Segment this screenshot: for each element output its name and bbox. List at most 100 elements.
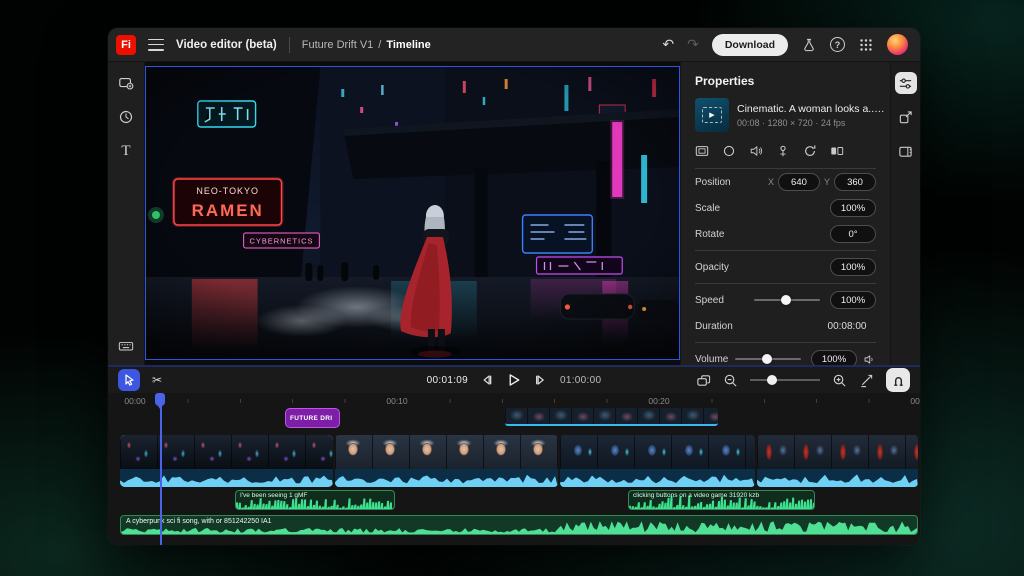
snap-playhead-icon[interactable] [859,373,874,388]
volume-slider[interactable] [735,358,801,360]
split-scissors-button[interactable]: ✂ [146,369,168,391]
export-share-button[interactable] [895,106,917,128]
video-clip[interactable] [335,435,558,487]
beta-flask-icon[interactable] [801,37,817,53]
user-avatar[interactable] [887,34,908,55]
video-clip[interactable] [560,435,755,487]
speed-slider[interactable] [754,299,820,301]
speed-slider-knob[interactable] [781,295,791,305]
timeline-zoom-slider[interactable] [750,379,820,381]
zoom-out-icon[interactable] [723,373,738,388]
hamburger-menu-icon[interactable] [148,39,164,51]
properties-panel: Properties ▶ Cinematic. A woman looks a.… [680,62,890,365]
flip-layout-icon[interactable] [830,144,844,158]
x-axis-label: X [768,177,774,187]
breadcrumb: Future Drift V1 / Timeline [302,39,431,51]
total-timecode: 01:00:00 [560,375,601,386]
play-button-icon[interactable] [506,372,522,388]
rotate-input[interactable] [830,225,876,243]
step-back-icon[interactable] [480,373,494,387]
position-x-input[interactable] [778,173,820,191]
divider [289,37,290,53]
clip-thumbnail: ▶ [695,98,729,132]
undo-icon[interactable]: ↶ [662,38,674,52]
preview-scene: NEO-TOKYO RAMEN CYBERNETICS [146,67,679,359]
media-library-icon[interactable] [117,74,135,92]
app-title: Video editor (beta) [176,39,277,51]
filmstrip-panel-button[interactable] [895,140,917,162]
music-clip[interactable]: A cyberpunk sci fi song, with or 8512422… [120,515,918,535]
y-axis-label: Y [824,177,830,187]
opacity-input[interactable] [830,258,876,276]
ruler-label: 00:30 [907,396,920,406]
music-clip-label: A cyberpunk sci fi song, with or 8512422… [126,518,272,525]
zoom-in-icon[interactable] [832,373,847,388]
selected-clip-card[interactable]: ▶ Cinematic. A woman looks a... v.ffgenv… [695,98,876,132]
clip-meta: 00:08 · 1280 × 720 · 24 fps [737,118,876,128]
speed-input[interactable] [830,291,876,309]
fit-frame-icon[interactable] [695,144,709,158]
text-tool-icon[interactable]: T [117,142,135,160]
download-button[interactable]: Download [712,34,788,56]
refresh-icon[interactable] [803,144,817,158]
snapping-magnet-button[interactable] [886,368,910,392]
position-row: Position X Y [695,169,876,195]
overlay-video-clip[interactable] [505,408,718,426]
mute-speaker-icon[interactable] [863,353,876,366]
playhead-line [160,393,162,545]
divider [695,283,876,284]
transport-controls: 00:01:09 01:00:00 [427,372,602,388]
main-video-track [108,435,920,487]
properties-title: Properties [695,74,876,88]
position-label: Position [695,177,764,188]
ruler-label: 00:00 [121,396,148,406]
breadcrumb-page: Timeline [386,39,430,51]
position-y-input[interactable] [834,173,876,191]
divider [695,342,876,343]
scale-input[interactable] [830,199,876,217]
desktop-background: Fi Video editor (beta) Future Drift V1 /… [0,0,1024,576]
video-clip-selected[interactable] [120,435,333,487]
opacity-row: Opacity [695,254,876,280]
clip-thumbnails [335,435,558,469]
playhead-handle[interactable] [155,393,165,406]
clip-thumbnails [120,435,333,469]
audio-clip[interactable]: clicking buttons on a video game 31920 k… [628,490,815,510]
text-clip[interactable]: FUTURE DRI [285,408,340,428]
volume-slider-knob[interactable] [762,354,772,364]
keyboard-shortcuts-icon[interactable] [117,337,135,355]
anchor-point-icon[interactable] [776,144,790,158]
breadcrumb-separator: / [378,39,381,51]
clip-audio-waveform [120,469,333,487]
breadcrumb-project[interactable]: Future Drift V1 [302,39,374,51]
firefly-logo[interactable]: Fi [116,35,136,55]
audio-speaker-icon[interactable] [749,144,763,158]
timeline-area: 00:00 00:10 00:20 00:30 FUTURE DRI [108,393,920,545]
audio-clip-label: clicking buttons on a video game 31920 k… [633,492,759,499]
select-tool-button[interactable] [118,369,140,391]
video-clip[interactable] [757,435,918,487]
main-area: T [108,62,920,365]
rotate-row: Rotate [695,221,876,247]
timeline-zoom-knob[interactable] [767,375,777,385]
timeline-ruler[interactable]: 00:00 00:10 00:20 00:30 [108,393,920,409]
apps-grid-icon[interactable] [858,37,874,53]
ruler-label: 00:10 [383,396,410,406]
speed-label: Speed [695,295,754,306]
step-forward-icon[interactable] [534,373,548,387]
duration-value: 00:08:00 [818,321,876,332]
help-icon[interactable]: ? [830,37,845,52]
properties-tab-button[interactable] [895,72,917,94]
generated-video-icon: ▶ [702,107,722,123]
app-window: Fi Video editor (beta) Future Drift V1 /… [108,28,920,545]
video-preview[interactable]: NEO-TOKYO RAMEN CYBERNETICS [145,66,680,360]
history-clock-icon[interactable] [117,108,135,126]
mask-circle-icon[interactable] [722,144,736,158]
divider [695,250,876,251]
current-timecode: 00:01:09 [427,375,468,386]
fit-to-timeline-icon[interactable] [696,373,711,388]
ruler-label: 00:20 [645,396,672,406]
audio-clip[interactable]: I've been seeing 1 gMF [235,490,395,510]
rotate-label: Rotate [695,229,830,240]
redo-icon[interactable]: ↷ [687,38,699,52]
